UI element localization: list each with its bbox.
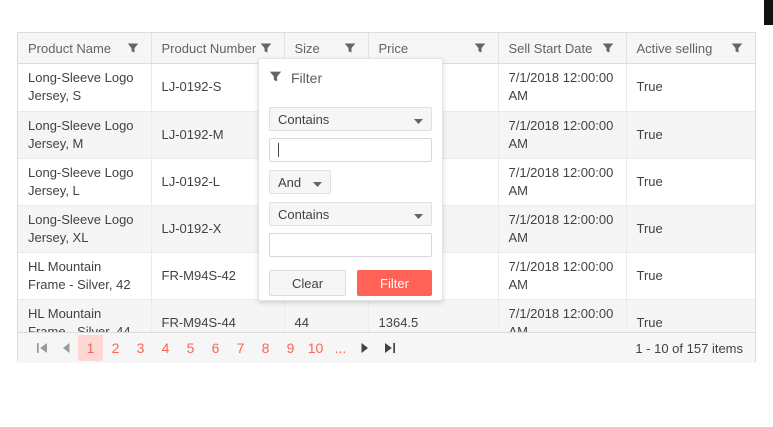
- filter-value1-input[interactable]: [270, 139, 431, 161]
- cell-active-selling: True: [625, 252, 755, 299]
- table-row: HL Mountain Frame - Silver, 44 FR-M94S-4…: [18, 299, 755, 332]
- operator2-dropdown[interactable]: Contains: [269, 202, 432, 226]
- seek-last-icon[interactable]: [377, 335, 401, 361]
- operator2-value: Contains: [278, 206, 330, 222]
- page-link-3[interactable]: 3: [128, 335, 153, 361]
- column-label: Product Number: [161, 40, 257, 56]
- cell-sell-start-date: 7/1/2018 12:00:00 AM: [497, 158, 626, 205]
- filter-menu-popup: Filter Contains And Contains Clear Filte…: [258, 58, 443, 301]
- arrow-left-icon[interactable]: [54, 335, 78, 361]
- more-pages-link[interactable]: ...: [328, 340, 353, 356]
- page-link-4[interactable]: 4: [153, 335, 178, 361]
- filter-value2-input[interactable]: [270, 234, 431, 256]
- cell-active-selling: True: [625, 111, 755, 158]
- funnel-icon: [269, 70, 282, 86]
- cell-size: 44: [283, 299, 368, 332]
- logic-dropdown[interactable]: And: [269, 170, 331, 194]
- cell-product-name: HL Mountain Frame - Silver, 44: [28, 305, 131, 333]
- filter-button[interactable]: Filter: [357, 270, 432, 296]
- cell-sell-start-date: 7/1/2018 12:00:00 AM: [497, 205, 626, 252]
- cell-product-number: FR-M94S-44: [150, 299, 284, 332]
- arrow-right-icon[interactable]: [353, 335, 377, 361]
- filter-popup-buttons: Clear Filter: [269, 270, 432, 296]
- page-link-9[interactable]: 9: [278, 335, 303, 361]
- filter-funnel-icon[interactable]: [729, 40, 745, 56]
- page-link-5[interactable]: 5: [178, 335, 203, 361]
- page-link-8[interactable]: 8: [253, 335, 278, 361]
- column-header-sell-start-date[interactable]: Sell Start Date: [497, 33, 626, 63]
- cell-sell-start-date: 7/1/2018 12:00:00 AM: [497, 299, 626, 332]
- page-link-7[interactable]: 7: [228, 335, 253, 361]
- clear-button[interactable]: Clear: [269, 270, 346, 296]
- filter-popup-title: Filter: [291, 70, 323, 86]
- cell-active-selling: True: [625, 205, 755, 252]
- column-label: Sell Start Date: [508, 40, 593, 56]
- caret-down-icon: [305, 175, 322, 190]
- seek-first-icon[interactable]: [30, 335, 54, 361]
- page-link-1[interactable]: 1: [78, 335, 103, 361]
- filter-value1-wrapper: [269, 138, 432, 162]
- logic-value: And: [278, 174, 302, 190]
- pager-info: 1 - 10 of 157 items: [635, 340, 743, 356]
- column-label: Product Name: [28, 40, 112, 56]
- cell-active-selling: True: [625, 64, 755, 111]
- page-link-6[interactable]: 6: [203, 335, 228, 361]
- operator1-value: Contains: [278, 111, 330, 127]
- app-window: Product Name Product Number Size Price S…: [0, 0, 773, 427]
- cell-active-selling: True: [625, 299, 755, 332]
- text-cursor: [278, 143, 279, 157]
- pager: 1 2 3 4 5 6 7 8 9 10 ... 1 - 10 of 157 i…: [18, 332, 755, 363]
- column-label: Active selling: [636, 40, 713, 56]
- cell-sell-start-date: 7/1/2018 12:00:00 AM: [497, 111, 626, 158]
- filter-funnel-icon[interactable]: [472, 40, 488, 56]
- filter-value2-wrapper: [269, 233, 432, 257]
- caret-down-icon: [406, 207, 423, 222]
- page-link-10[interactable]: 10: [303, 335, 328, 361]
- corner-artifact-bar: [764, 0, 773, 25]
- cell-product-name: Long-Sleeve Logo Jersey, L: [28, 164, 134, 198]
- filter-popup-header: Filter: [269, 70, 432, 86]
- cell-product-name: Long-Sleeve Logo Jersey, M: [28, 117, 134, 151]
- operator1-dropdown[interactable]: Contains: [269, 107, 432, 131]
- column-header-product-name[interactable]: Product Name: [18, 33, 151, 63]
- cell-product-name: Long-Sleeve Logo Jersey, XL: [28, 211, 134, 245]
- page-link-2[interactable]: 2: [103, 335, 128, 361]
- filter-funnel-icon[interactable]: [342, 40, 358, 56]
- cell-sell-start-date: 7/1/2018 12:00:00 AM: [497, 252, 626, 299]
- column-label: Size: [294, 40, 320, 56]
- cell-active-selling: True: [625, 158, 755, 205]
- cell-product-name: Long-Sleeve Logo Jersey, S: [28, 70, 134, 104]
- filter-funnel-icon[interactable]: [125, 40, 141, 56]
- column-header-active-selling[interactable]: Active selling: [625, 33, 755, 63]
- filter-funnel-icon[interactable]: [258, 40, 274, 56]
- column-label: Price: [378, 40, 409, 56]
- cell-sell-start-date: 7/1/2018 12:00:00 AM: [497, 64, 626, 111]
- filter-funnel-icon[interactable]: [600, 40, 616, 56]
- caret-down-icon: [406, 112, 423, 127]
- cell-price: 1364.5: [367, 299, 498, 332]
- cell-product-name: HL Mountain Frame - Silver, 42: [28, 258, 131, 292]
